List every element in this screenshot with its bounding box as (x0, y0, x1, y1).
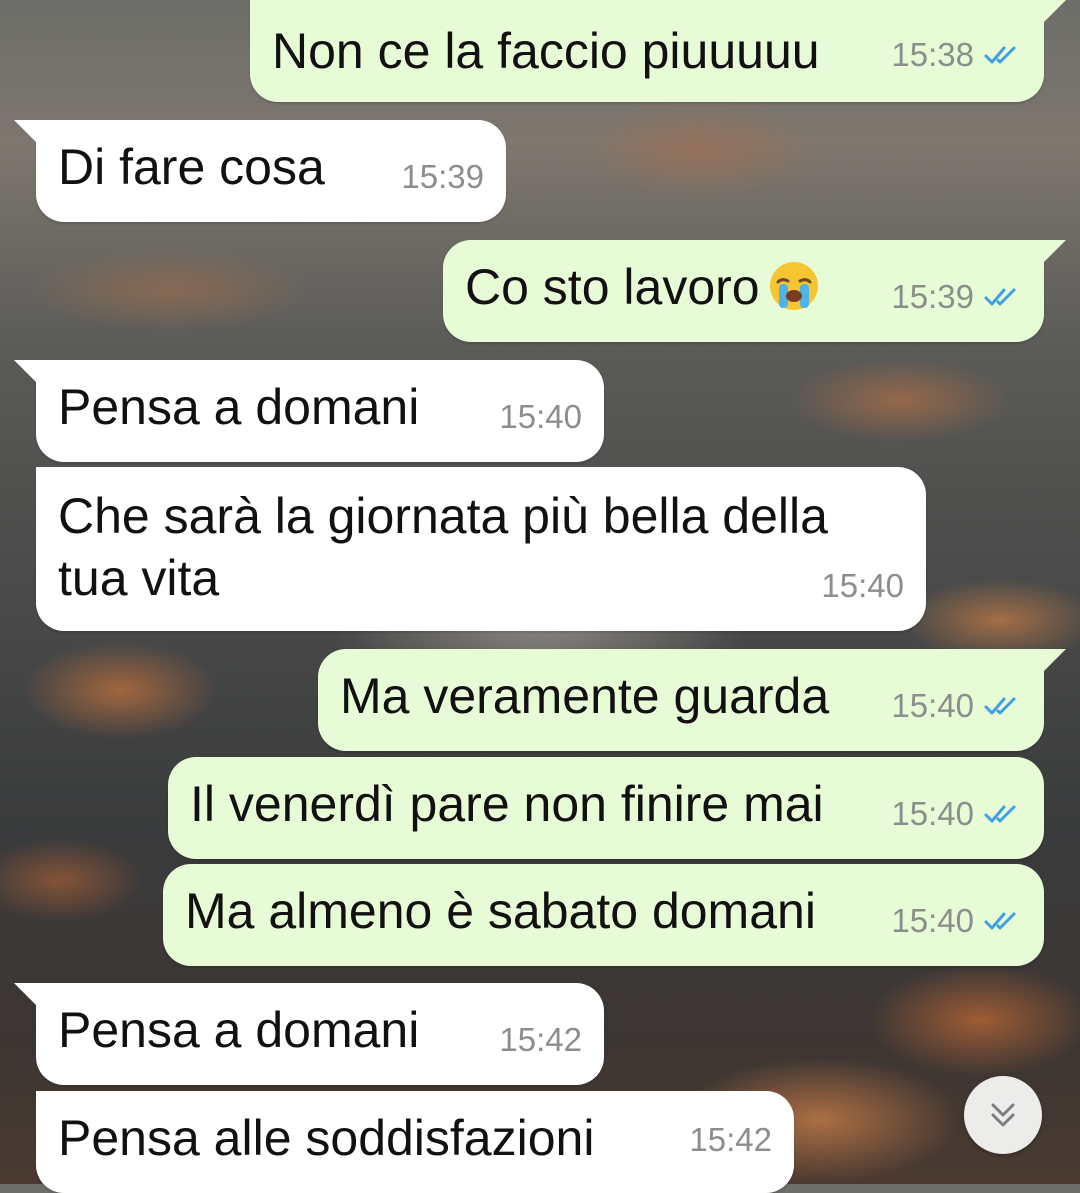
message-meta: 15:40 (891, 783, 1022, 845)
message-bubble-incoming[interactable]: Pensa a domani 15:42 (14, 983, 604, 1085)
message-bubble-incoming[interactable]: Pensa a domani 15:40 (14, 360, 604, 462)
read-ticks-icon (984, 912, 1016, 930)
read-ticks-icon (984, 288, 1016, 306)
message-bubble-outgoing[interactable]: Co sto lavoro 15:39 (443, 240, 1066, 342)
message-text-content: Co sto lavoro (465, 259, 760, 315)
message-bubble-incoming[interactable]: Pensa alle soddisfazioni 15:42 (36, 1091, 794, 1193)
message-bubble-outgoing[interactable]: Ma almeno è sabato domani 15:40 (163, 864, 1044, 966)
message-time: 15:40 (891, 687, 974, 724)
message-time: 15:39 (401, 158, 484, 195)
message-time: 15:40 (821, 567, 904, 604)
message-text: Pensa a domani (58, 1002, 420, 1058)
message-meta: 15:42 (689, 1109, 772, 1171)
message-text: Ma veramente guarda (340, 668, 830, 724)
message-text: Che sarà la giornata più bella della tua… (58, 488, 828, 606)
read-ticks-icon (984, 46, 1016, 64)
loudly-crying-face-icon (769, 262, 818, 310)
message-meta: 15:39 (891, 266, 1022, 328)
message-time: 15:40 (891, 795, 974, 832)
message-bubble-incoming[interactable]: Che sarà la giornata più bella della tua… (36, 467, 926, 631)
message-time: 15:40 (891, 902, 974, 939)
message-meta: 15:42 (499, 1009, 582, 1071)
read-ticks-icon (984, 697, 1016, 715)
message-meta: 15:39 (401, 146, 484, 208)
chat-thread[interactable]: Non ce la faccio piuuuuu 15:38 Di fare c… (0, 0, 1080, 1193)
message-bubble-outgoing[interactable]: Ma veramente guarda 15:40 (318, 649, 1066, 751)
message-time: 15:42 (499, 1021, 582, 1058)
message-text: Non ce la faccio piuuuuu (272, 23, 820, 79)
message-time: 15:40 (499, 398, 582, 435)
message-text: Pensa a domani (58, 379, 420, 435)
read-ticks-icon (984, 805, 1016, 823)
message-text: Di fare cosa (58, 139, 325, 195)
scroll-to-bottom-button[interactable] (964, 1076, 1042, 1154)
message-meta: 15:40 (821, 555, 904, 617)
message-text: Pensa alle soddisfazioni (58, 1110, 595, 1166)
message-text: Il venerdì pare non finire mai (190, 776, 824, 832)
message-time: 15:42 (689, 1121, 772, 1158)
message-meta: 15:40 (891, 675, 1022, 737)
message-meta: 15:40 (891, 890, 1022, 952)
message-meta: 15:40 (499, 386, 582, 448)
message-text: Ma almeno è sabato domani (185, 883, 816, 939)
message-time: 15:39 (891, 278, 974, 315)
message-time: 15:38 (891, 36, 974, 73)
message-bubble-incoming[interactable]: Di fare cosa 15:39 (14, 120, 506, 222)
message-bubble-outgoing[interactable]: Non ce la faccio piuuuuu 15:38 (250, 0, 1066, 102)
double-chevron-down-icon (991, 1103, 1015, 1127)
message-bubble-outgoing[interactable]: Il venerdì pare non finire mai 15:40 (168, 757, 1044, 859)
message-meta: 15:38 (891, 24, 1022, 86)
message-text: Co sto lavoro (465, 256, 820, 318)
